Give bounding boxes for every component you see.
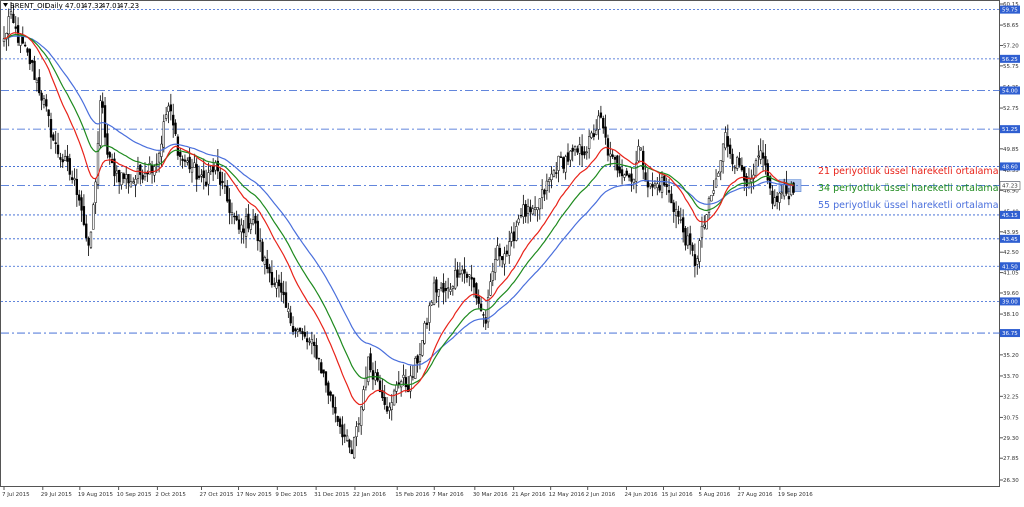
- x-tick-label: 7 Jul 2015: [2, 492, 30, 498]
- current-price-label: 47.23: [1002, 184, 1018, 190]
- candle: [754, 158, 758, 178]
- y-tick-label: 49.85: [1003, 147, 1019, 153]
- y-tick-label: 32.25: [1003, 394, 1019, 400]
- candle: [367, 356, 370, 386]
- price-axis[interactable]: 60.1558.6557.2055.7554.2552.7551.3049.85…: [999, 2, 1021, 484]
- x-tick-label: 7 Mar 2016: [432, 492, 464, 498]
- ema-legend: 21 periyotluk üssel hareketli ortalama 3…: [818, 166, 999, 211]
- candle: [92, 202, 95, 230]
- x-tick-label: 17 Nov 2015: [237, 492, 273, 498]
- candle: [421, 340, 424, 357]
- x-tick-label: 10 Sep 2015: [117, 492, 152, 498]
- x-tick-label: 12 May 2016: [549, 492, 585, 498]
- x-tick-label: 19 Sep 2016: [778, 492, 813, 498]
- x-tick-label: 19 Aug 2015: [78, 492, 114, 498]
- y-tick-label: 38.10: [1003, 312, 1019, 318]
- header-symbol: BRENT_OIL: [10, 2, 49, 10]
- candle: [353, 436, 356, 460]
- x-tick-label: 29 Jul 2015: [41, 492, 73, 498]
- x-tick-label: 9 Dec 2015: [275, 492, 307, 498]
- ema34-label: 34 periyotluk üssel hareketli ortalama: [818, 183, 999, 194]
- level-price-label: 39.00: [1002, 299, 1018, 305]
- level-price-label: 48.60: [1002, 164, 1018, 170]
- level-price-label: 51.25: [1002, 127, 1018, 133]
- price-chart[interactable]: 60.1558.6557.2055.7554.2552.7551.3049.85…: [0, 0, 1024, 502]
- y-tick-label: 30.75: [1003, 415, 1019, 421]
- y-tick-label: 26.30: [1003, 478, 1019, 484]
- candle: [414, 356, 417, 380]
- candle: [663, 174, 666, 187]
- ema55-label: 55 periyotluk üssel hareketli ortalama: [818, 200, 999, 211]
- candle: [552, 169, 556, 178]
- x-tick-label: 27 Aug 2016: [737, 492, 773, 498]
- x-tick-label: 15 Jul 2016: [662, 492, 694, 498]
- header-timeframe: Daily: [45, 2, 63, 10]
- y-tick-label: 29.30: [1003, 436, 1019, 442]
- chart-window: 60.1558.6557.2055.7554.2552.7551.3049.85…: [0, 0, 1024, 502]
- x-tick-label: 21 Apr 2016: [512, 492, 547, 498]
- y-tick-label: 52.75: [1003, 106, 1019, 112]
- level-price-label: 56.25: [1002, 57, 1018, 63]
- x-tick-label: 30 Mar 2016: [473, 492, 508, 498]
- level-price-label: 54.00: [1002, 88, 1018, 94]
- candle: [710, 194, 713, 202]
- time-axis[interactable]: 7 Jul 2015 29 Jul 2015 19 Aug 2015 10 Sep 2…: [2, 486, 813, 498]
- y-tick-label: 35.20: [1003, 353, 1019, 359]
- x-tick-label: 31 Dec 2015: [314, 492, 350, 498]
- x-tick-label: 22 Jan 2016: [353, 492, 386, 498]
- level-price-label: 41.50: [1002, 264, 1018, 270]
- y-tick-label: 27.85: [1003, 456, 1019, 462]
- y-tick-label: 41.05: [1003, 271, 1019, 277]
- candle: [89, 231, 93, 250]
- candle: [423, 320, 426, 345]
- x-tick-label: 24 Jun 2016: [624, 492, 658, 498]
- candle: [392, 388, 396, 406]
- header-close: 47.23: [119, 2, 139, 10]
- y-tick-label: 33.70: [1003, 374, 1019, 380]
- y-tick-label: 42.50: [1003, 250, 1019, 256]
- ema21-label: 21 periyotluk üssel hareketli ortalama: [818, 166, 999, 177]
- chart-header: BRENT_OIL Daily 47.01 47.32 47.01 47.23: [3, 2, 139, 10]
- x-tick-label: 5 Aug 2016: [699, 492, 731, 498]
- level-price-label: 45.15: [1002, 213, 1018, 219]
- y-tick-label: 58.65: [1003, 23, 1019, 29]
- y-tick-label: 39.60: [1003, 291, 1019, 297]
- level-price-label: 36.75: [1002, 331, 1018, 337]
- x-tick-label: 2 Jun 2016: [586, 492, 616, 498]
- x-tick-label: 27 Oct 2015: [200, 492, 235, 498]
- y-tick-label: 57.20: [1003, 43, 1019, 49]
- level-price-label: 59.75: [1002, 8, 1018, 14]
- candle: [261, 238, 264, 262]
- x-tick-label: 15 Feb 2016: [395, 492, 430, 498]
- candle: [362, 385, 365, 412]
- plot-frame: [0, 0, 1000, 487]
- candle: [99, 95, 102, 149]
- x-tick-label: 2 Oct 2015: [155, 492, 186, 498]
- level-price-label: 43.45: [1002, 237, 1018, 243]
- y-tick-label: 55.75: [1003, 64, 1019, 70]
